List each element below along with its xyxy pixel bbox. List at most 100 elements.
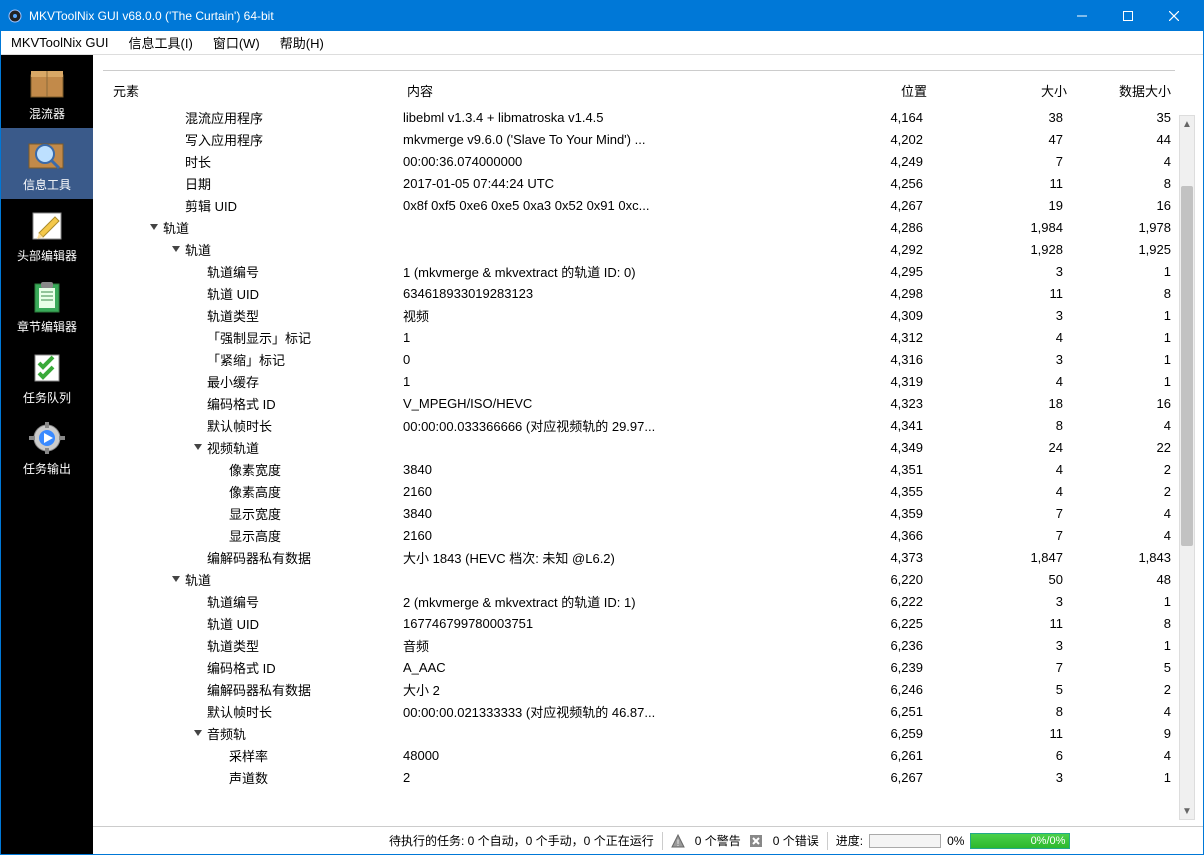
expander-placeholder [169, 176, 183, 190]
menu-window[interactable]: 窗口(W) [203, 31, 270, 54]
expander-placeholder [169, 154, 183, 168]
maximize-button[interactable] [1105, 1, 1151, 31]
sidebar-item-job-queue[interactable]: 任务队列 [1, 341, 93, 412]
tree-row[interactable]: 轨道编号2 (mkvmerge & mkvextract 的轨道 ID: 1)6… [103, 590, 1175, 612]
tree-cell-c3: 4,295 [793, 264, 923, 279]
tree-row[interactable]: 轨道类型音频6,23631 [103, 634, 1175, 656]
sidebar-item-job-output[interactable]: 任务输出 [1, 412, 93, 483]
minimize-button[interactable] [1059, 1, 1105, 31]
sidebar: 混流器 信息工具 头部编辑器 章节编辑器 任务队列 任务输出 [1, 55, 93, 854]
expander-placeholder [191, 396, 205, 410]
tree-cell-c5: 1 [1063, 638, 1175, 653]
tree-row[interactable]: 像素宽度38404,35142 [103, 458, 1175, 480]
tree-row[interactable]: 轨道编号1 (mkvmerge & mkvextract 的轨道 ID: 0)4… [103, 260, 1175, 282]
tree-cell-c2: 1 (mkvmerge & mkvextract 的轨道 ID: 0) [403, 262, 793, 281]
tree-row-label: 混流应用程序 [185, 108, 263, 127]
tree-cell-c3: 4,202 [793, 132, 923, 147]
menu-help[interactable]: 帮助(H) [270, 31, 334, 54]
tree-cell-c2: 3840 [403, 506, 793, 521]
tree-row[interactable]: 日期2017-01-05 07:44:24 UTC4,256118 [103, 172, 1175, 194]
tree-row-label: 剪辑 UID [185, 196, 237, 215]
expander-placeholder [191, 660, 205, 674]
tree-cell-c5: 48 [1063, 572, 1175, 587]
scrollbar-thumb[interactable] [1181, 186, 1193, 546]
tree-row[interactable]: 声道数26,26731 [103, 766, 1175, 788]
vertical-scrollbar[interactable]: ▲ ▼ [1179, 115, 1195, 820]
tree-row[interactable]: 像素高度21604,35542 [103, 480, 1175, 502]
scroll-up-icon[interactable]: ▲ [1180, 116, 1194, 132]
tree-cell-c4: 50 [923, 572, 1063, 587]
sidebar-item-muxer[interactable]: 混流器 [1, 57, 93, 128]
close-button[interactable] [1151, 1, 1197, 31]
tree-row[interactable]: 采样率480006,26164 [103, 744, 1175, 766]
tree-row-label: 显示宽度 [229, 504, 281, 523]
window-title: MKVToolNix GUI v68.0.0 ('The Curtain') 6… [29, 9, 1059, 23]
tree-row-label: 默认帧时长 [207, 416, 272, 435]
tree-row[interactable]: 「强制显示」标记14,31241 [103, 326, 1175, 348]
tree-row[interactable]: 轨道 UID1677467997800037516,225118 [103, 612, 1175, 634]
tree-cell-c2: 167746799780003751 [403, 616, 793, 631]
tree-row[interactable]: 最小缓存14,31941 [103, 370, 1175, 392]
tree-cell-c4: 3 [923, 308, 1063, 323]
tree-row[interactable]: 写入应用程序mkvmerge v9.6.0 ('Slave To Your Mi… [103, 128, 1175, 150]
chevron-down-icon[interactable] [191, 440, 205, 454]
tree-row[interactable]: 时长00:00:36.0740000004,24974 [103, 150, 1175, 172]
tree-cell-c2: 00:00:36.074000000 [403, 154, 793, 169]
column-header-element[interactable]: 元素 [107, 81, 407, 100]
sidebar-item-chapter-editor[interactable]: 章节编辑器 [1, 270, 93, 341]
tree-cell-c2: 1 [403, 374, 793, 389]
pencil-icon [23, 205, 71, 245]
tree-row[interactable]: 默认帧时长00:00:00.021333333 (对应视频轨的 46.87...… [103, 700, 1175, 722]
tree-row[interactable]: 轨道类型视频4,30931 [103, 304, 1175, 326]
tree-cell-c4: 1,984 [923, 220, 1063, 235]
tree-row-label: 显示高度 [229, 526, 281, 545]
tree-row[interactable]: 混流应用程序libebml v1.3.4 + libmatroska v1.4.… [103, 106, 1175, 128]
column-header-content[interactable]: 内容 [407, 81, 797, 100]
expander-placeholder [213, 484, 227, 498]
tree-cell-c5: 1,843 [1063, 550, 1175, 565]
sidebar-item-label: 任务队列 [23, 389, 71, 406]
expander-placeholder [191, 374, 205, 388]
column-header-data-size[interactable]: 数据大小 [1067, 81, 1175, 100]
tree-row[interactable]: 编解码器私有数据大小 26,24652 [103, 678, 1175, 700]
tree-row[interactable]: 轨道 UID6346189330192831234,298118 [103, 282, 1175, 304]
column-header-position[interactable]: 位置 [797, 81, 927, 100]
chevron-down-icon[interactable] [169, 572, 183, 586]
tree-cell-c3: 4,349 [793, 440, 923, 455]
tree-row[interactable]: 轨道6,2205048 [103, 568, 1175, 590]
sidebar-item-header-editor[interactable]: 头部编辑器 [1, 199, 93, 270]
tree-cell-c4: 4 [923, 330, 1063, 345]
tree-cell-c2: 2017-01-05 07:44:24 UTC [403, 176, 793, 191]
tree-cell-c2: mkvmerge v9.6.0 ('Slave To Your Mind') .… [403, 132, 793, 147]
tree-row[interactable]: 轨道4,2861,9841,978 [103, 216, 1175, 238]
tree-cell-c3: 4,164 [793, 110, 923, 125]
tree-cell-c3: 4,312 [793, 330, 923, 345]
chevron-down-icon[interactable] [169, 242, 183, 256]
tree-row-label: 最小缓存 [207, 372, 259, 391]
tree-cell-c3: 6,222 [793, 594, 923, 609]
column-header-size[interactable]: 大小 [927, 81, 1067, 100]
chevron-down-icon[interactable] [191, 726, 205, 740]
chevron-down-icon[interactable] [147, 220, 161, 234]
tree-row[interactable]: 剪辑 UID0x8f 0xf5 0xe6 0xe5 0xa3 0x52 0x91… [103, 194, 1175, 216]
menu-mkvtoolnix[interactable]: MKVToolNix GUI [1, 33, 119, 52]
tree-row[interactable]: 编码格式 IDV_MPEGH/ISO/HEVC4,3231816 [103, 392, 1175, 414]
tree-row[interactable]: 「紧缩」标记04,31631 [103, 348, 1175, 370]
tree-cell-c5: 1,978 [1063, 220, 1175, 235]
tree-row-label: 轨道 [185, 570, 211, 589]
menu-info-tool[interactable]: 信息工具(I) [119, 31, 203, 54]
tree-row[interactable]: 视频轨道4,3492422 [103, 436, 1175, 458]
tree-row[interactable]: 轨道4,2921,9281,925 [103, 238, 1175, 260]
status-errors[interactable]: 0 个错误 [773, 832, 819, 849]
tree-row[interactable]: 默认帧时长00:00:00.033366666 (对应视频轨的 29.97...… [103, 414, 1175, 436]
scroll-down-icon[interactable]: ▼ [1180, 803, 1194, 819]
tree-row[interactable]: 编解码器私有数据大小 1843 (HEVC 档次: 未知 @L6.2)4,373… [103, 546, 1175, 568]
tree-cell-c5: 5 [1063, 660, 1175, 675]
tree-row[interactable]: 显示高度21604,36674 [103, 524, 1175, 546]
tree-row[interactable]: 显示宽度38404,35974 [103, 502, 1175, 524]
status-warnings[interactable]: 0 个警告 [695, 832, 741, 849]
tree-row[interactable]: 编码格式 IDA_AAC6,23975 [103, 656, 1175, 678]
tree-row[interactable]: 音频轨6,259119 [103, 722, 1175, 744]
sidebar-item-info-tool[interactable]: 信息工具 [1, 128, 93, 199]
tree-cell-c3: 4,373 [793, 550, 923, 565]
